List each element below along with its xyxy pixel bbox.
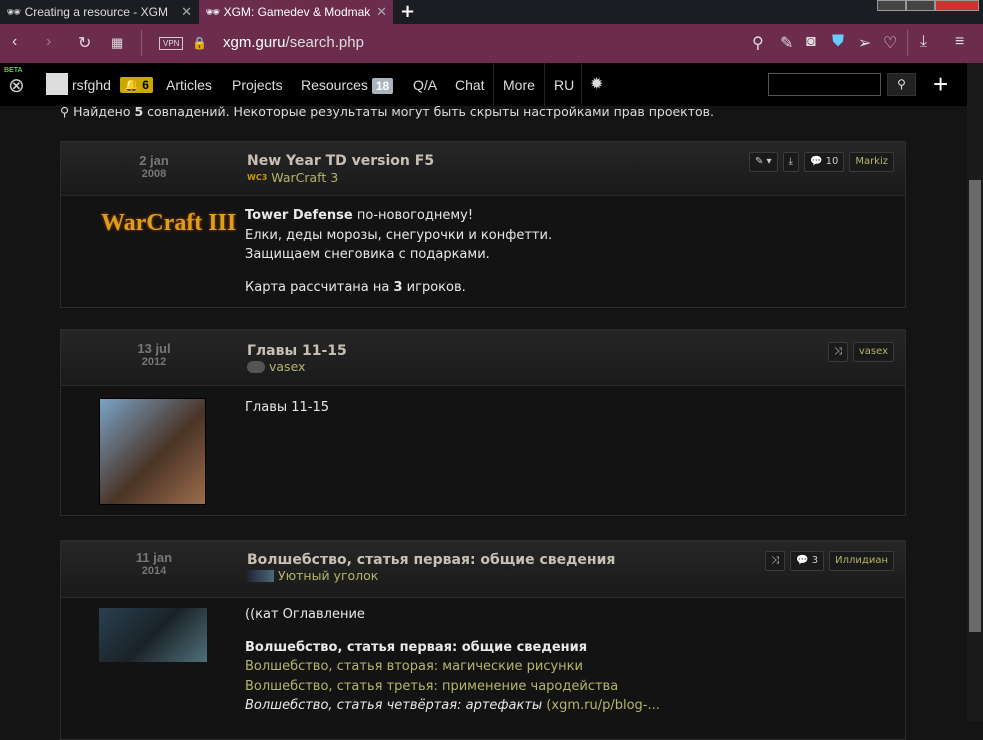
download-icon[interactable]: ⤓ [920, 33, 927, 51]
incognito-icon: 🕶 [6, 5, 25, 19]
result-project[interactable]: WC3 WarCraft 3 [247, 170, 338, 185]
send-icon[interactable]: ➢ [858, 33, 871, 53]
shield-icon[interactable]: ⛊ [832, 33, 844, 51]
camera-icon[interactable]: ◙ [806, 33, 816, 51]
result-excerpt: Главы 11-15 [245, 400, 330, 415]
gear-icon[interactable]: ✹ [590, 74, 603, 94]
user-menu[interactable]: rsfghd [72, 77, 111, 93]
nav-projects[interactable]: Projects [232, 77, 283, 93]
result-title[interactable]: New Year TD version F5 [247, 153, 434, 169]
warcraft-logo: WarCraft III [101, 210, 237, 236]
xgm-logo-icon[interactable]: ⊗ [8, 73, 25, 98]
avatar[interactable] [46, 73, 68, 95]
url-field[interactable]: xgm.guru/search.php [223, 34, 364, 51]
character-portrait-image [99, 398, 206, 505]
incognito-icon: 🕶 [205, 5, 224, 19]
tab-creating-resource[interactable]: 🕶 Creating a resource - XGM ✕ [0, 0, 198, 24]
result-card: 13 jul 2012 Главы 11-15 vasex ⤨ vasex Гла… [60, 329, 906, 516]
add-icon[interactable]: + [933, 69, 948, 100]
edit-button[interactable]: ✎ ▾ [748, 152, 778, 172]
search-summary: ⚲ Найдено 5 совпадений. Некоторые резуль… [60, 104, 714, 119]
site-nav: BETA ⊗ rsfghd 🔔 6 Articles Projects Reso… [0, 63, 967, 106]
minimize-button[interactable] [877, 0, 906, 11]
speed-dial-icon[interactable]: ▦ [111, 35, 123, 51]
result-project[interactable]: vasex [247, 359, 305, 374]
result-title[interactable]: Волшебство, статья первая: общие сведени… [247, 552, 615, 568]
close-tab-icon[interactable]: ✕ [376, 4, 387, 20]
article-link[interactable]: (xgm.ru/p/blog-... [542, 698, 660, 713]
result-excerpt: Tower Defense по-новогоднему! Елки, деды… [245, 208, 553, 295]
comments-button[interactable]: 💬 10 [803, 152, 845, 172]
nav-qa[interactable]: Q/A [413, 77, 437, 93]
vpn-badge[interactable]: VPN [159, 37, 184, 50]
reload-icon[interactable]: ↻ [78, 33, 91, 53]
result-project[interactable]: Уютный уголок [247, 568, 378, 583]
result-title[interactable]: Главы 11-15 [247, 343, 347, 359]
nav-resources[interactable]: Resources 18 [301, 77, 394, 94]
author-button[interactable]: Иллидиан [829, 551, 894, 571]
address-bar: ‹ › ↻ ▦ VPN 🔒 xgm.guru/search.php ⚲ ✎ ◙ … [0, 24, 983, 63]
download-button[interactable]: ⤓ [782, 152, 799, 172]
comments-button[interactable]: 💬 3 [790, 551, 825, 571]
snap-icon[interactable]: ✎ [780, 33, 793, 53]
heart-icon[interactable]: ♡ [883, 33, 897, 53]
article-link[interactable]: Волшебство, статья вторая: магические ри… [245, 659, 583, 674]
scrollbar-thumb[interactable] [969, 180, 981, 632]
result-excerpt: ((кат Оглавление Волшебство, статья перв… [245, 607, 660, 713]
tab-xgm-search[interactable]: 🕶 XGM: Gamedev & Modmak ✕ [199, 0, 393, 24]
window-controls [877, 0, 979, 11]
new-tab-button[interactable]: + [400, 1, 415, 22]
search-button[interactable]: ⚲ [887, 73, 916, 96]
result-date: 2 jan 2008 [139, 153, 169, 180]
article-link[interactable]: Волшебство, статья третья: применение ча… [245, 679, 618, 694]
search-input[interactable] [768, 73, 881, 96]
notifications-badge[interactable]: 🔔 6 [120, 76, 153, 93]
tab-bar: 🕶 Creating a resource - XGM ✕ 🕶 XGM: Game… [0, 0, 983, 24]
project-icon [247, 569, 274, 582]
settings-sliders-icon[interactable]: ≡ [955, 33, 964, 51]
maximize-button[interactable] [906, 0, 935, 11]
nav-language[interactable]: RU [554, 77, 574, 93]
close-tab-icon[interactable]: ✕ [181, 4, 192, 20]
project-icon [247, 360, 265, 373]
result-card: 2 jan 2008 New Year TD version F5 WC3 WarC… [60, 141, 906, 308]
warcraft-project-icon: WC3 [247, 173, 268, 182]
article-thumbnail-image [99, 608, 207, 662]
lock-icon: 🔒 [192, 36, 207, 50]
author-button[interactable]: Markiz [849, 152, 894, 172]
scrollbar[interactable] [967, 63, 983, 721]
zoom-icon[interactable]: ⚲ [752, 33, 764, 53]
nav-more[interactable]: More [503, 77, 535, 93]
forward-icon[interactable]: › [46, 33, 51, 51]
shuffle-button[interactable]: ⤨ [765, 551, 786, 571]
result-card: 11 jan 2014 Волшебство, статья первая: об… [60, 540, 906, 740]
author-button[interactable]: vasex [852, 342, 894, 362]
back-icon[interactable]: ‹ [12, 33, 17, 51]
nav-chat[interactable]: Chat [455, 77, 485, 93]
close-window-button[interactable] [935, 0, 979, 11]
nav-articles[interactable]: Articles [166, 77, 212, 93]
shuffle-button[interactable]: ⤨ [827, 342, 848, 362]
